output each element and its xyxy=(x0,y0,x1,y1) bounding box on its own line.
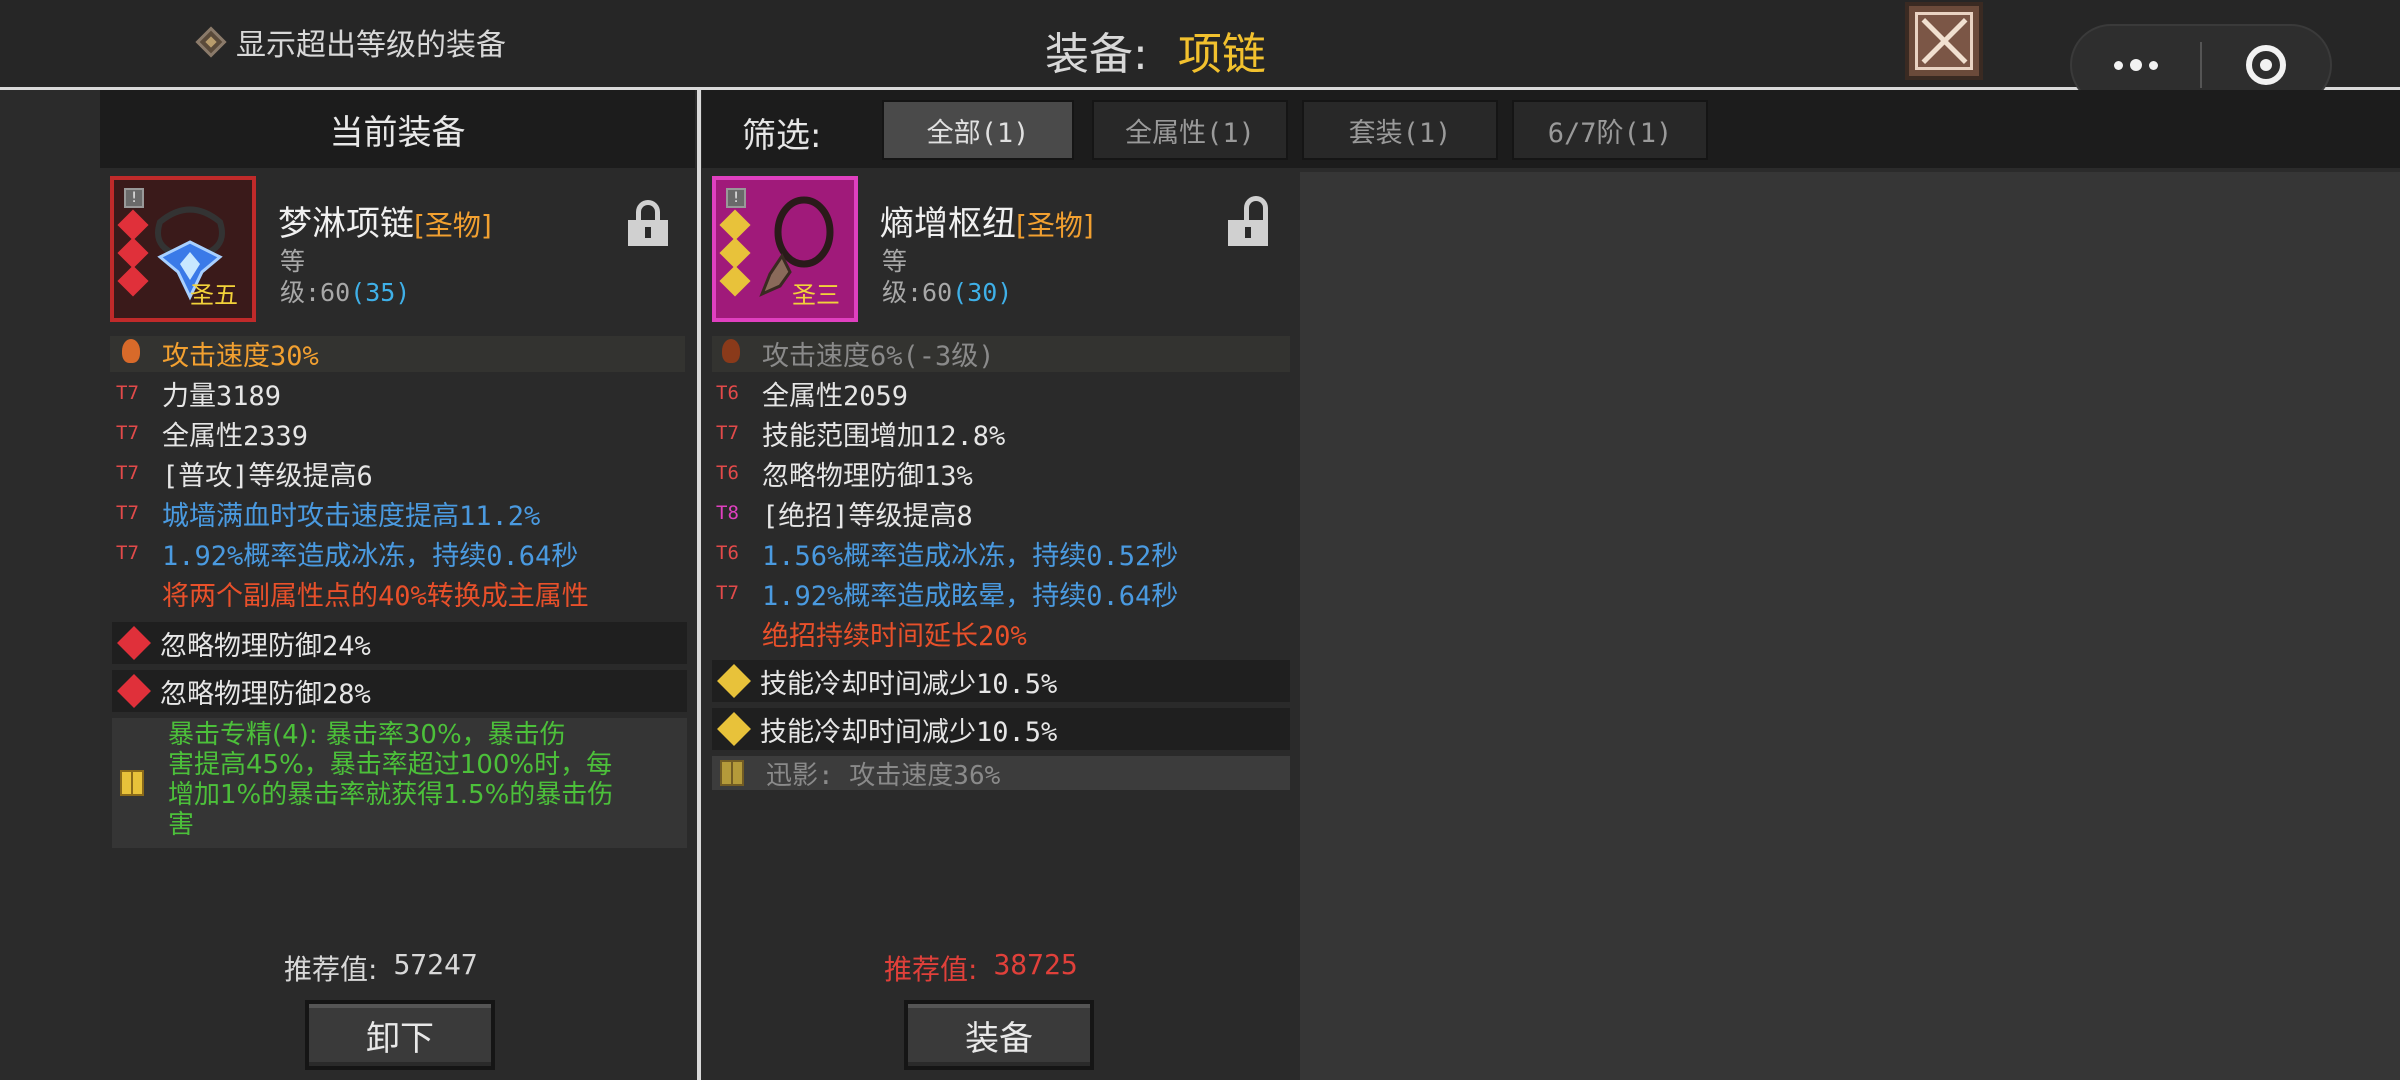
attribute-row: T7 1.92%概率造成冰冻，持续0.64秒 xyxy=(116,534,578,572)
attribute-row: T7 1.92%概率造成眩晕，持续0.64秒 xyxy=(716,574,1178,612)
attribute-text: 1.92%概率造成眩晕，持续0.64秒 xyxy=(762,580,1179,612)
lock-icon[interactable] xyxy=(628,200,668,246)
ruby-gem-icon xyxy=(117,626,151,660)
attribute-text: 技能范围增加12.8% xyxy=(762,420,1006,452)
attribute-row: T6 忽略物理防御13% xyxy=(716,454,973,492)
attribute-text: 全属性2059 xyxy=(762,380,909,412)
attribute-text: 1.92%概率造成冰冻，持续0.64秒 xyxy=(162,540,579,572)
current-equipment-header: 当前装备 xyxy=(100,90,695,168)
tier-label xyxy=(716,338,762,368)
tier-label: T6 xyxy=(716,542,739,564)
item-name: 熵增枢纽[圣物] xyxy=(880,204,1094,244)
attribute-row: T8 [绝招]等级提高8 xyxy=(716,494,973,532)
attribute-text: 力量3189 xyxy=(162,380,282,412)
set-bonus-text: 暴击专精(4): 暴击率30%，暴击伤 害提高45%，暴击率超过100%时，每 … xyxy=(168,720,614,840)
attribute-text: 绝招持续时间延长20% xyxy=(762,620,1027,652)
title-label: 装备: xyxy=(1045,29,1148,80)
unequip-button[interactable]: 卸下 xyxy=(305,1000,495,1070)
book-icon xyxy=(120,770,144,796)
top-bar: 显示超出等级的装备 装备: 项链 xyxy=(0,0,2400,106)
recommend-score: 推荐值: 57247 xyxy=(284,948,478,986)
gem-row: 技能冷却时间减少10.5% xyxy=(712,660,1290,702)
more-icon xyxy=(2114,59,2158,71)
gem-row: 忽略物理防御28% xyxy=(112,670,687,712)
gem-row: 忽略物理防御24% xyxy=(112,622,687,664)
current-item-icon[interactable]: ! 圣五 xyxy=(110,176,256,322)
close-icon xyxy=(1915,12,1973,70)
candidate-equipment-panel: ! 圣三 熵增枢纽[圣物] 等 级:60(30) 攻击速度6%(-3级) T6 全属… xyxy=(702,168,1300,1080)
tier-label: T7 xyxy=(716,582,739,604)
book-icon xyxy=(720,760,744,786)
tier-label: T7 xyxy=(116,422,139,444)
equip-button[interactable]: 装备 xyxy=(904,1000,1094,1070)
tier-label: T6 xyxy=(716,382,739,404)
close-button[interactable] xyxy=(1905,2,1983,80)
candidate-item-icon[interactable]: ! 圣三 xyxy=(712,176,858,322)
target-icon xyxy=(2246,45,2286,85)
rank-badge: 圣五 xyxy=(190,281,238,309)
tier-label xyxy=(116,338,162,368)
tier-label: T7 xyxy=(116,462,139,484)
show-over-level-toggle[interactable]: 显示超出等级的装备 xyxy=(195,22,506,63)
set-bonus-box: 迅影: 攻击速度36% xyxy=(712,756,1290,791)
tier-label: T8 xyxy=(716,502,739,524)
filter-label: 筛选: xyxy=(742,116,822,156)
attribute-text: 将两个副属性点的40%转换成主属性 xyxy=(162,580,589,612)
filter-tab-set[interactable]: 套装(1) xyxy=(1302,100,1498,160)
attribute-row: T7 力量3189 xyxy=(116,374,281,412)
current-equipment-panel: 当前装备 ! 圣五 梦淋项链[圣物] 等 级:60(35) 攻击速度30% T7 力… xyxy=(100,90,695,1080)
attribute-row: T7 技能范围增加12.8% xyxy=(716,414,1005,452)
attribute-text: 攻击速度6%(-3级) xyxy=(762,340,995,372)
attribute-row: T6 全属性2059 xyxy=(716,374,908,412)
attribute-text: [绝招]等级提高8 xyxy=(762,500,973,532)
filter-tab-tier[interactable]: 6/7阶(1) xyxy=(1512,100,1708,160)
attribute-row: 绝招持续时间延长20% xyxy=(716,614,1027,652)
attribute-row: 攻击速度6%(-3级) xyxy=(716,334,995,372)
tier-label: T7 xyxy=(116,502,139,524)
tier-label: T7 xyxy=(116,542,139,564)
filter-tab-all-attributes[interactable]: 全属性(1) xyxy=(1092,100,1288,160)
tier-label: T7 xyxy=(716,422,739,444)
attribute-text: 1.56%概率造成冰冻，持续0.52秒 xyxy=(762,540,1179,572)
diamond-checkbox-icon[interactable] xyxy=(195,26,227,58)
attribute-row: 攻击速度30% xyxy=(116,334,319,372)
recommend-score: 推荐值: 38725 xyxy=(884,948,1078,986)
attribute-row: T7 [普攻]等级提高6 xyxy=(116,454,373,492)
gem-row: 技能冷却时间减少10.5% xyxy=(712,708,1290,750)
filter-bar: 筛选: 全部(1) 全属性(1) 套装(1) 6/7阶(1) xyxy=(702,90,2400,168)
attribute-text: 城墙满血时攻击速度提高11.2% xyxy=(162,500,541,532)
set-bonus-text: 迅影: 攻击速度36% xyxy=(766,760,1001,791)
attribute-text: [普攻]等级提高6 xyxy=(162,460,373,492)
show-over-level-label: 显示超出等级的装备 xyxy=(236,28,506,63)
unlock-icon[interactable] xyxy=(1228,196,1268,246)
tier-label: T6 xyxy=(716,462,739,484)
title-value: 项链 xyxy=(1177,29,1266,80)
tier-label: T7 xyxy=(116,382,139,404)
set-bonus-box: 暴击专精(4): 暴击率30%，暴击伤 害提高45%，暴击率超过100%时，每 … xyxy=(112,718,687,848)
item-name: 梦淋项链[圣物] xyxy=(278,204,492,244)
topaz-gem-icon xyxy=(717,712,751,746)
topaz-gem-icon xyxy=(717,664,751,698)
ruby-gem-icon xyxy=(117,674,151,708)
attribute-text: 全属性2339 xyxy=(162,420,309,452)
attribute-text: 攻击速度30% xyxy=(162,340,319,372)
rank-badge: 圣三 xyxy=(792,281,840,309)
equipment-list-area xyxy=(1300,172,2400,1080)
attribute-row: T6 1.56%概率造成冰冻，持续0.52秒 xyxy=(716,534,1178,572)
attribute-row: 将两个副属性点的40%转换成主属性 xyxy=(116,574,589,612)
panel-divider xyxy=(697,90,701,1080)
attribute-row: T7 全属性2339 xyxy=(116,414,308,452)
item-level: 等 级:60(35) xyxy=(280,247,411,307)
page-title: 装备: 项链 xyxy=(1045,18,1266,82)
attribute-row: T7 城墙满血时攻击速度提高11.2% xyxy=(116,494,540,532)
filter-tab-all[interactable]: 全部(1) xyxy=(882,100,1074,160)
flame-icon xyxy=(722,338,740,363)
flame-icon xyxy=(122,338,140,363)
item-level: 等 级:60(30) xyxy=(882,247,1013,307)
attribute-text: 忽略物理防御13% xyxy=(762,460,973,492)
